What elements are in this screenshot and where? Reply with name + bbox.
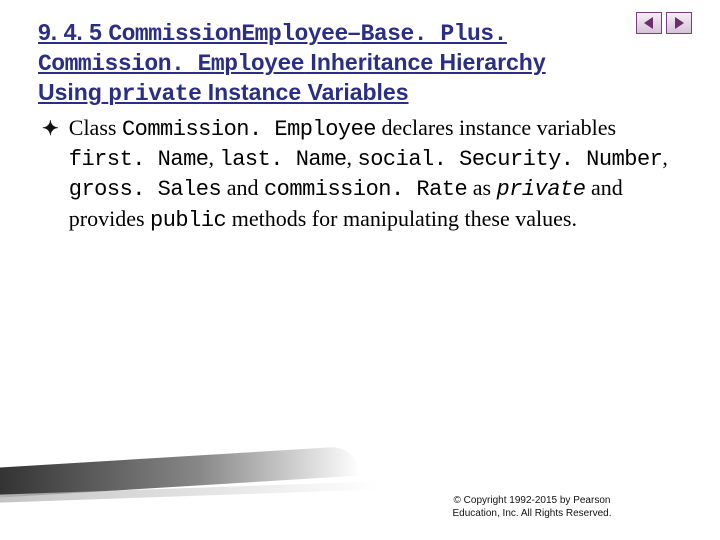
next-button[interactable] [666, 12, 692, 34]
title-tail-2: Instance Variables [201, 79, 408, 105]
copyright-line-2: Education, Inc. All Rights Reserved. [402, 508, 662, 521]
slide: 9. 4. 5 CommissionEmployee–Base. Plus. C… [0, 0, 720, 540]
bullet-t1: declares instance variables [376, 115, 616, 140]
bullet-text: Class Commission. Employee declares inst… [69, 114, 672, 235]
triangle-left-icon [642, 16, 656, 30]
bullet-lead: Class [69, 115, 122, 140]
bullet-class: Commission. Employee [122, 117, 376, 142]
bullet-as: as [467, 175, 496, 200]
bullet-end: methods for manipulating these values. [226, 206, 577, 231]
copyright-line-1: © Copyright 1992-2015 by Pearson [402, 495, 662, 508]
title-dash: – [348, 19, 361, 45]
bullet-comma-1: , [209, 145, 220, 170]
title-code-1: CommissionEmployee [108, 21, 347, 47]
bullet-comma-2: , [347, 145, 358, 170]
bullet-var-2: last. Name [220, 147, 347, 172]
bullet-comma-3: , [662, 145, 668, 170]
bullet-item: ✦ Class Commission. Employee declares in… [38, 114, 682, 235]
bullet-var-3: social. Security. Number [358, 147, 663, 172]
copyright: © Copyright 1992-2015 by Pearson Educati… [402, 495, 662, 520]
bullet-var-1: first. Name [69, 147, 209, 172]
triangle-right-icon [672, 16, 686, 30]
bullet-var-5: commission. Rate [264, 177, 467, 202]
bullet-marker-icon: ✦ [42, 116, 59, 143]
prev-button[interactable] [636, 12, 662, 34]
slide-title: 9. 4. 5 CommissionEmployee–Base. Plus. C… [38, 18, 682, 108]
title-kw-private: private [108, 81, 201, 107]
bullet-kw-private: private [497, 177, 586, 202]
title-section-number: 9. 4. 5 [38, 19, 108, 45]
slide-nav [636, 12, 692, 34]
bullet-var-4: gross. Sales [69, 177, 221, 202]
bullet-and: and [221, 175, 264, 200]
bullet-kw-public: public [150, 208, 226, 233]
decorative-wedge [0, 466, 360, 500]
